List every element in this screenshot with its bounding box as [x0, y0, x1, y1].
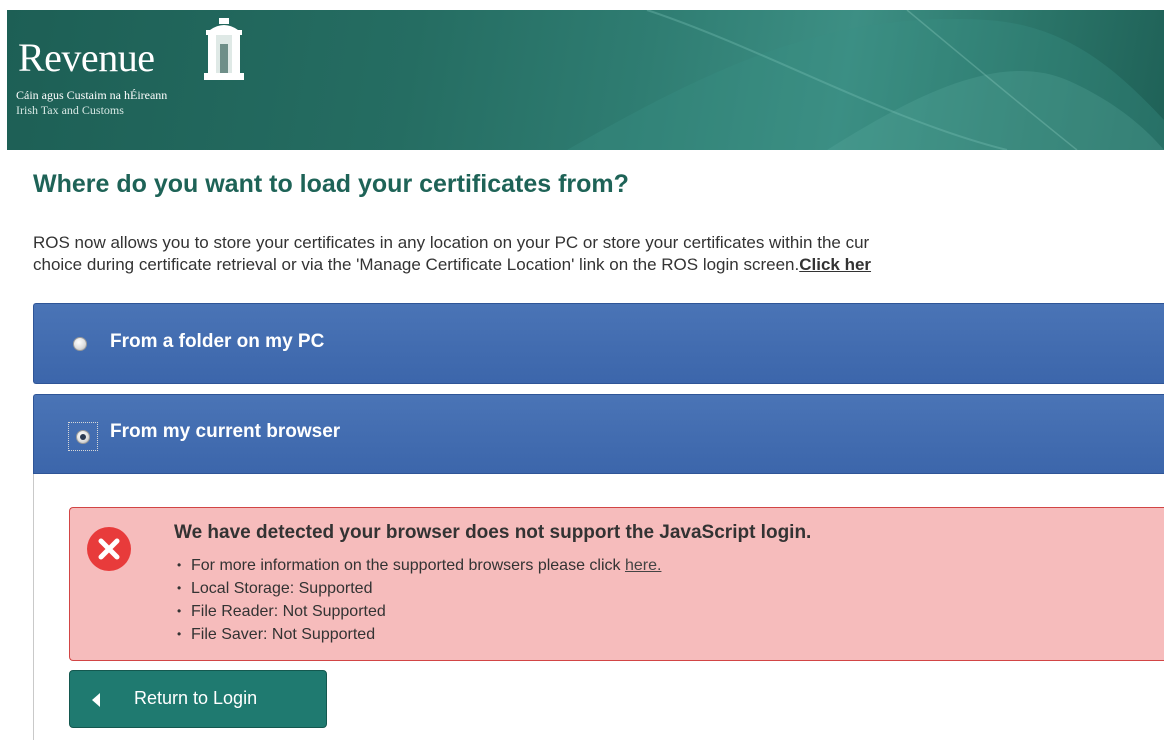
logo-wordmark: Revenue — [18, 35, 155, 80]
logo-subtitle-english: Irish Tax and Customs — [16, 103, 124, 117]
list-item: Local Storage: Supported — [177, 577, 661, 600]
radio-folder[interactable] — [73, 337, 87, 351]
click-here-link[interactable]: Click her — [799, 255, 871, 274]
option-folder-label[interactable]: From a folder on my PC — [110, 331, 324, 353]
info-text: For more information on the supported br… — [191, 557, 625, 574]
site-header: Revenue Cáin agus Custaim na hÉireann Ir… — [7, 10, 1164, 150]
list-item: File Reader: Not Supported — [177, 600, 661, 623]
logo-subtitle-irish: Cáin agus Custaim na hÉireann — [16, 88, 168, 102]
error-alert: We have detected your browser does not s… — [69, 507, 1164, 661]
error-alert-list: For more information on the supported br… — [177, 554, 661, 646]
chevron-left-icon — [92, 693, 100, 707]
option-browser-panel[interactable]: From my current browser — [33, 394, 1164, 474]
return-to-login-label: Return to Login — [134, 688, 258, 708]
supported-browsers-link[interactable]: here. — [625, 557, 661, 574]
government-building-icon — [204, 18, 244, 80]
intro-line-2: choice during certificate retrieval or v… — [33, 254, 1164, 276]
option-browser-label[interactable]: From my current browser — [110, 421, 340, 443]
intro-text: ROS now allows you to store your certifi… — [33, 232, 1164, 276]
radio-browser[interactable] — [76, 430, 90, 444]
header-swoosh-decoration — [567, 10, 1164, 150]
option-folder-panel[interactable]: From a folder on my PC — [33, 303, 1164, 384]
list-item: For more information on the supported br… — [177, 554, 661, 577]
error-alert-title: We have detected your browser does not s… — [174, 522, 812, 543]
page-title: Where do you want to load your certifica… — [33, 170, 629, 198]
radio-browser-focus[interactable] — [68, 422, 98, 451]
error-x-icon — [87, 527, 131, 571]
intro-line-1: ROS now allows you to store your certifi… — [33, 233, 870, 252]
return-to-login-button[interactable]: Return to Login — [69, 670, 327, 728]
intro-line-2-text: choice during certificate retrieval or v… — [33, 255, 800, 274]
list-item: File Saver: Not Supported — [177, 623, 661, 646]
